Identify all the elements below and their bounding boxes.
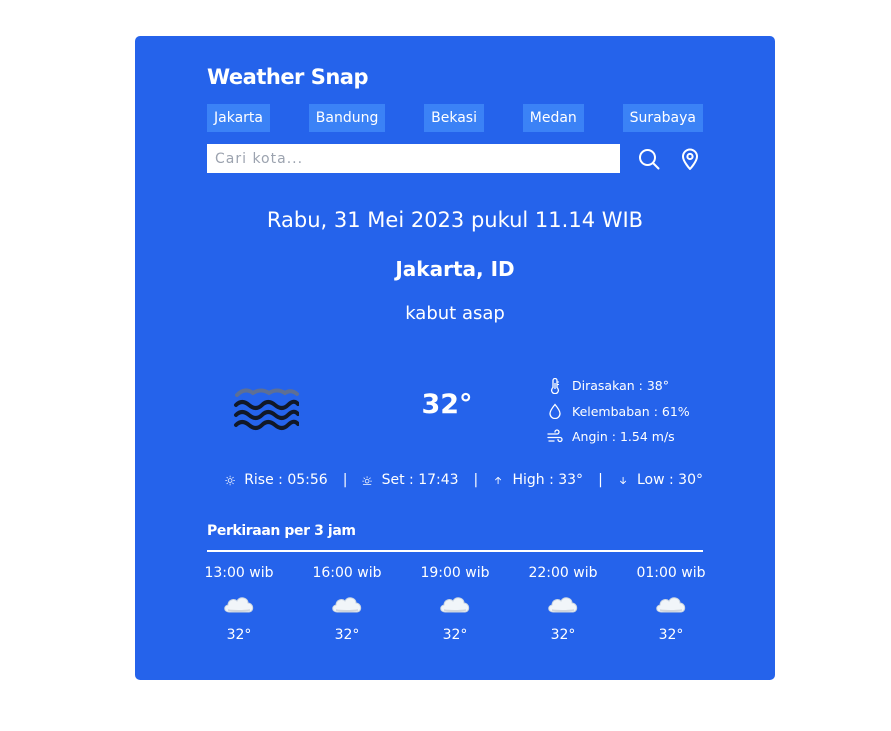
cloud-icon xyxy=(654,593,688,615)
search-icon[interactable] xyxy=(637,147,661,171)
weather-description: kabut asap xyxy=(405,303,505,324)
wind-icon xyxy=(547,429,563,442)
arrow-down-icon xyxy=(619,476,626,484)
wind-row: Angin : 1.54 m/s xyxy=(547,424,690,450)
current-datetime: Rabu, 31 Mei 2023 pukul 11.14 WIB xyxy=(266,208,644,232)
forecast-item: 13:00 wib 32° xyxy=(204,562,274,643)
separator: | xyxy=(598,472,603,488)
feels-like-text: Dirasakan : 38° xyxy=(572,378,669,394)
sunset-text: Set : 17:43 xyxy=(381,472,459,488)
forecast-time: 01:00 wib xyxy=(636,565,706,581)
sun-info-row: Rise : 05:56 | Set : 17:43 | High : 33° … xyxy=(225,472,703,488)
weather-card: Weather Snap Jakarta Bandung Bekasi Meda… xyxy=(135,36,775,680)
forecast-temp: 32° xyxy=(226,627,252,643)
wind-text: Angin : 1.54 m/s xyxy=(572,429,675,445)
forecast-temp: 32° xyxy=(442,627,468,643)
arrow-up-icon xyxy=(495,476,502,484)
weather-card-content: Weather Snap Jakarta Bandung Bekasi Meda… xyxy=(204,36,706,680)
cloud-icon xyxy=(546,593,580,615)
city-buttons: Jakarta Bandung Bekasi Medan Surabaya xyxy=(207,104,703,132)
low-temp-text: Low : 30° xyxy=(636,472,703,488)
forecast-time: 19:00 wib xyxy=(420,565,490,581)
search-input[interactable] xyxy=(207,144,620,173)
high-temp-text: High : 33° xyxy=(512,472,584,488)
location-name: Jakarta, ID xyxy=(395,257,515,281)
feels-like-row: Dirasakan : 38° xyxy=(547,373,690,399)
cloud-icon xyxy=(330,593,364,615)
city-button-bandung[interactable]: Bandung xyxy=(308,104,386,132)
water-drop-icon xyxy=(549,403,561,420)
forecast-time: 13:00 wib xyxy=(204,565,274,581)
location-pin-icon[interactable] xyxy=(678,147,702,171)
city-button-jakarta[interactable]: Jakarta xyxy=(207,104,270,132)
forecast-item: 19:00 wib 32° xyxy=(420,562,490,643)
sunrise-icon xyxy=(225,475,235,485)
cloud-icon xyxy=(222,593,256,615)
forecast-temp: 32° xyxy=(334,627,360,643)
mist-icon xyxy=(234,388,299,430)
forecast-item: 16:00 wib 32° xyxy=(312,562,382,643)
separator: | xyxy=(473,472,479,488)
thermometer-icon xyxy=(550,377,560,394)
forecast-divider xyxy=(207,550,703,552)
forecast-list: 13:00 wib 32° 16:00 wib 32° 19:00 wib 32… xyxy=(204,562,706,643)
city-button-bekasi[interactable]: Bekasi xyxy=(424,104,484,132)
humidity-row: Kelembaban : 61% xyxy=(547,399,690,425)
city-button-medan[interactable]: Medan xyxy=(522,104,584,132)
cloud-icon xyxy=(438,593,472,615)
current-temperature: 32° xyxy=(421,389,473,420)
forecast-item: 22:00 wib 32° xyxy=(528,562,598,643)
sunset-icon xyxy=(362,475,373,485)
forecast-temp: 32° xyxy=(658,627,684,643)
forecast-time: 22:00 wib xyxy=(528,565,598,581)
app-title: Weather Snap xyxy=(207,65,369,89)
separator: | xyxy=(342,472,348,488)
humidity-text: Kelembaban : 61% xyxy=(572,403,690,419)
weather-details: Dirasakan : 38° Kelembaban : 61% Angin :… xyxy=(547,373,690,450)
city-button-surabaya[interactable]: Surabaya xyxy=(622,104,703,132)
forecast-title: Perkiraan per 3 jam xyxy=(207,523,356,539)
forecast-temp: 32° xyxy=(550,627,576,643)
forecast-time: 16:00 wib xyxy=(312,565,382,581)
forecast-item: 01:00 wib 32° xyxy=(636,562,706,643)
search-row xyxy=(207,144,703,173)
sunrise-text: Rise : 05:56 xyxy=(244,472,328,488)
